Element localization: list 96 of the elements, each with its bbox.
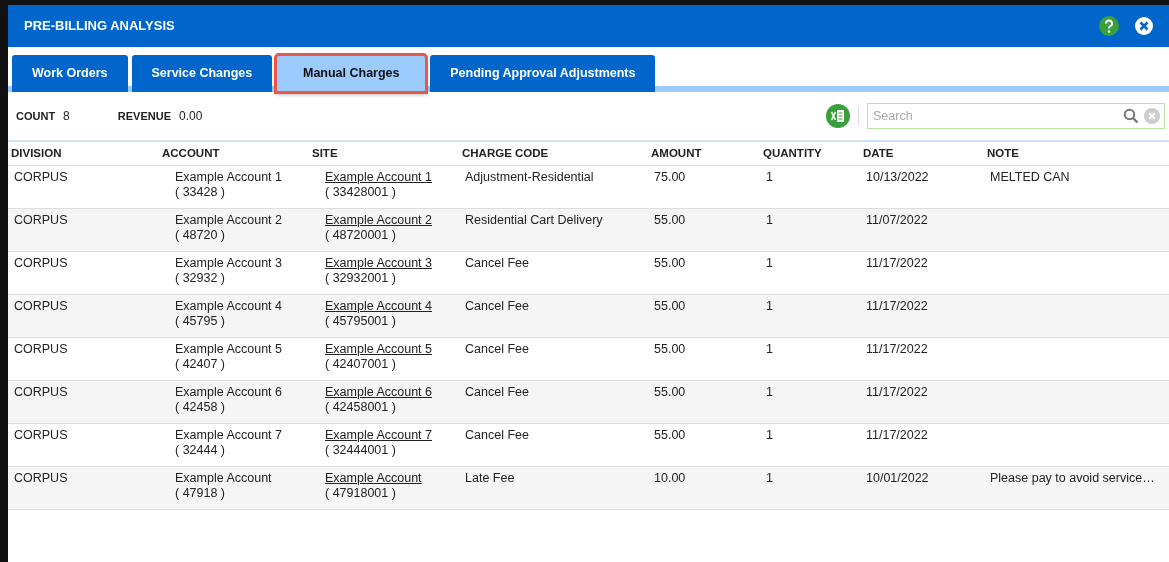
tab[interactable]: Service Changes xyxy=(131,55,273,92)
table-cell: CORPUS xyxy=(14,213,68,227)
help-icon[interactable] xyxy=(1099,16,1119,36)
table-cell: CORPUS xyxy=(14,299,68,313)
table-cell: CORPUS xyxy=(14,471,68,485)
account-name: Example Account 3 xyxy=(175,256,282,271)
table-cell: 11/17/2022 xyxy=(866,256,928,270)
summary-value: 8 xyxy=(63,108,70,125)
table-cell: 10/01/2022 xyxy=(866,471,929,485)
column-header: QUANTITY xyxy=(762,146,823,161)
table-cell: Cancel Fee xyxy=(465,342,529,356)
site-id: ( 42407001 ) xyxy=(325,357,396,372)
account-name: Example Account 6 xyxy=(175,385,282,400)
table-cell: 55.00 xyxy=(654,342,686,356)
site-link[interactable]: Example Account 4 xyxy=(325,299,432,314)
account-name: Example Account 4 xyxy=(175,299,282,314)
account-name: Example Account 5 xyxy=(175,342,282,357)
table-cell: CORPUS xyxy=(14,385,68,399)
account-name: Example Account xyxy=(175,471,272,486)
site-id: ( 33428001 ) xyxy=(325,185,396,200)
account-id: ( 48720 ) xyxy=(175,228,226,243)
table-cell: 1 xyxy=(766,256,773,270)
table-cell: Cancel Fee xyxy=(465,299,529,313)
table-cell: 11/17/2022 xyxy=(866,342,928,356)
table-cell: 1 xyxy=(766,342,773,356)
table-cell: 1 xyxy=(766,471,773,485)
table-cell: CORPUS xyxy=(14,428,68,442)
account-id: ( 32932 ) xyxy=(175,271,226,286)
site-id: ( 32444001 ) xyxy=(325,443,396,458)
site-link[interactable]: Example Account 2 xyxy=(325,213,432,228)
search-icon[interactable] xyxy=(1123,108,1139,124)
column-header: ACCOUNT xyxy=(161,146,221,161)
table-cell: Adjustment-Residential xyxy=(465,170,594,184)
table-cell: 1 xyxy=(766,170,773,184)
table-cell: 11/17/2022 xyxy=(866,299,928,313)
account-name: Example Account 7 xyxy=(175,428,282,443)
site-id: ( 32932001 ) xyxy=(325,271,396,286)
table-cell: 55.00 xyxy=(654,256,686,270)
site-link[interactable]: Example Account 1 xyxy=(325,170,432,185)
account-id: ( 33428 ) xyxy=(175,185,226,200)
table-cell: 75.00 xyxy=(654,170,686,184)
site-id: ( 45795001 ) xyxy=(325,314,396,329)
column-header: CHARGE CODE xyxy=(461,146,550,161)
table-cell: Cancel Fee xyxy=(465,385,529,399)
site-link[interactable]: Example Account xyxy=(325,471,422,486)
table-cell: 10.00 xyxy=(654,471,686,485)
tab[interactable]: Pending Approval Adjustments xyxy=(430,55,656,92)
table-cell: 55.00 xyxy=(654,299,686,313)
site-id: ( 42458001 ) xyxy=(325,400,396,415)
account-id: ( 32444 ) xyxy=(175,443,226,458)
column-header: SITE xyxy=(311,146,339,161)
search-field[interactable]: Search xyxy=(867,103,1165,129)
site-link[interactable]: Example Account 3 xyxy=(325,256,432,271)
account-id: ( 42458 ) xyxy=(175,400,226,415)
table-cell: 1 xyxy=(766,385,773,399)
table-cell: Cancel Fee xyxy=(465,428,529,442)
table-cell: 11/07/2022 xyxy=(866,213,928,227)
table-cell: 55.00 xyxy=(654,385,686,399)
table-cell: 11/17/2022 xyxy=(866,428,928,442)
spreadsheet-icon[interactable] xyxy=(826,104,850,128)
site-link[interactable]: Example Account 5 xyxy=(325,342,432,357)
table-cell: 55.00 xyxy=(654,213,686,227)
account-id: ( 45795 ) xyxy=(175,314,226,329)
account-name: Example Account 1 xyxy=(175,170,282,185)
tab[interactable]: Manual Charges xyxy=(276,55,427,92)
column-header: NOTE xyxy=(986,146,1020,161)
column-header: DATE xyxy=(862,146,895,161)
table-cell: 10/13/2022 xyxy=(866,170,929,184)
site-id: ( 48720001 ) xyxy=(325,228,396,243)
table-cell: Please pay to avoid service… xyxy=(990,471,1155,485)
table-cell: 1 xyxy=(766,428,773,442)
table-cell: CORPUS xyxy=(14,170,68,184)
table-cell: 55.00 xyxy=(654,428,686,442)
summary-label: COUNT xyxy=(16,108,56,124)
table-cell: 1 xyxy=(766,213,773,227)
summary-label: REVENUE xyxy=(117,108,171,124)
column-header: DIVISION xyxy=(10,146,63,161)
account-id: ( 42407 ) xyxy=(175,357,226,372)
account-id: ( 47918 ) xyxy=(175,486,226,501)
tab[interactable]: Work Orders xyxy=(12,55,128,92)
site-link[interactable]: Example Account 7 xyxy=(325,428,432,443)
table-cell: Late Fee xyxy=(465,471,515,485)
account-name: Example Account 2 xyxy=(175,213,282,228)
table-cell: Residential Cart Delivery xyxy=(465,213,603,227)
site-id: ( 47918001 ) xyxy=(325,486,396,501)
table-cell: Cancel Fee xyxy=(465,256,529,270)
table-cell: 1 xyxy=(766,299,773,313)
column-header: AMOUNT xyxy=(650,146,703,161)
table-cell: 11/17/2022 xyxy=(866,385,928,399)
summary-value: 0.00 xyxy=(179,108,203,125)
table-cell: CORPUS xyxy=(14,342,68,356)
close-icon[interactable] xyxy=(1135,17,1153,35)
site-link[interactable]: Example Account 6 xyxy=(325,385,432,400)
table-cell: CORPUS xyxy=(14,256,68,270)
table-cell: MELTED CAN xyxy=(990,170,1070,184)
window-title: PRE-BILLING ANALYSIS xyxy=(24,17,176,36)
